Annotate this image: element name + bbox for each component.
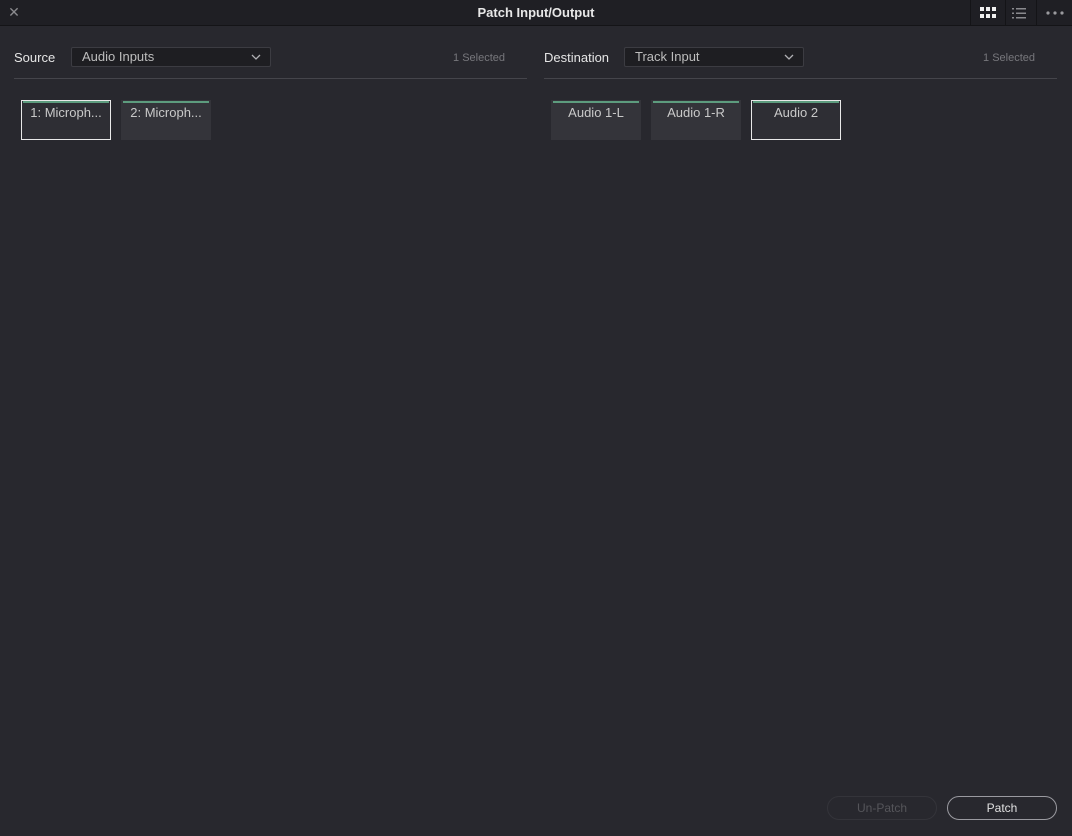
patch-io-window: ✕ Patch Input/Output Source Audio Inputs… — [0, 0, 1072, 836]
source-tile-1[interactable]: 1: Microph... — [21, 100, 111, 140]
chevron-down-icon — [784, 54, 794, 60]
tile-label: 2: Microph... — [130, 105, 202, 120]
destination-panel: Destination Track Input 1 Selected — [544, 40, 1057, 80]
tile-label: Audio 1-L — [568, 105, 624, 120]
patch-button[interactable]: Patch — [947, 796, 1057, 820]
list-view-button[interactable] — [1006, 0, 1032, 26]
close-icon[interactable]: ✕ — [6, 4, 22, 20]
destination-dropdown-value: Track Input — [635, 49, 700, 64]
title-bar: ✕ Patch Input/Output — [0, 0, 1072, 26]
tile-accent-bar — [753, 101, 839, 103]
tile-accent-bar — [23, 101, 109, 103]
destination-selected-count: 1 Selected — [983, 52, 1035, 64]
tile-label: 1: Microph... — [30, 105, 102, 120]
tile-label: Audio 1-R — [667, 105, 725, 120]
more-options-button[interactable] — [1036, 0, 1072, 26]
tile-accent-bar — [653, 101, 739, 103]
list-view-icon — [1012, 7, 1026, 18]
source-divider — [14, 78, 527, 79]
source-label: Source — [14, 50, 56, 65]
unpatch-button[interactable]: Un-Patch — [827, 796, 937, 820]
chevron-down-icon — [251, 54, 261, 60]
destination-tile-1[interactable]: Audio 1-L — [551, 100, 641, 140]
window-title: Patch Input/Output — [477, 5, 595, 20]
destination-divider — [544, 78, 1057, 79]
source-dropdown-value: Audio Inputs — [82, 49, 155, 64]
destination-dropdown[interactable]: Track Input — [624, 47, 804, 67]
tile-accent-bar — [553, 101, 639, 103]
grid-view-icon — [980, 7, 996, 18]
destination-tile-3[interactable]: Audio 2 — [751, 100, 841, 140]
tile-accent-bar — [123, 101, 209, 103]
more-options-icon — [1045, 11, 1064, 15]
source-selected-count: 1 Selected — [453, 52, 505, 64]
source-panel: Source Audio Inputs 1 Selected — [14, 40, 527, 80]
destination-tile-2[interactable]: Audio 1-R — [651, 100, 741, 140]
tile-label: Audio 2 — [773, 105, 819, 120]
grid-view-button[interactable] — [970, 0, 1006, 26]
source-tile-2[interactable]: 2: Microph... — [121, 100, 211, 140]
destination-label: Destination — [544, 50, 610, 65]
source-dropdown[interactable]: Audio Inputs — [71, 47, 271, 67]
